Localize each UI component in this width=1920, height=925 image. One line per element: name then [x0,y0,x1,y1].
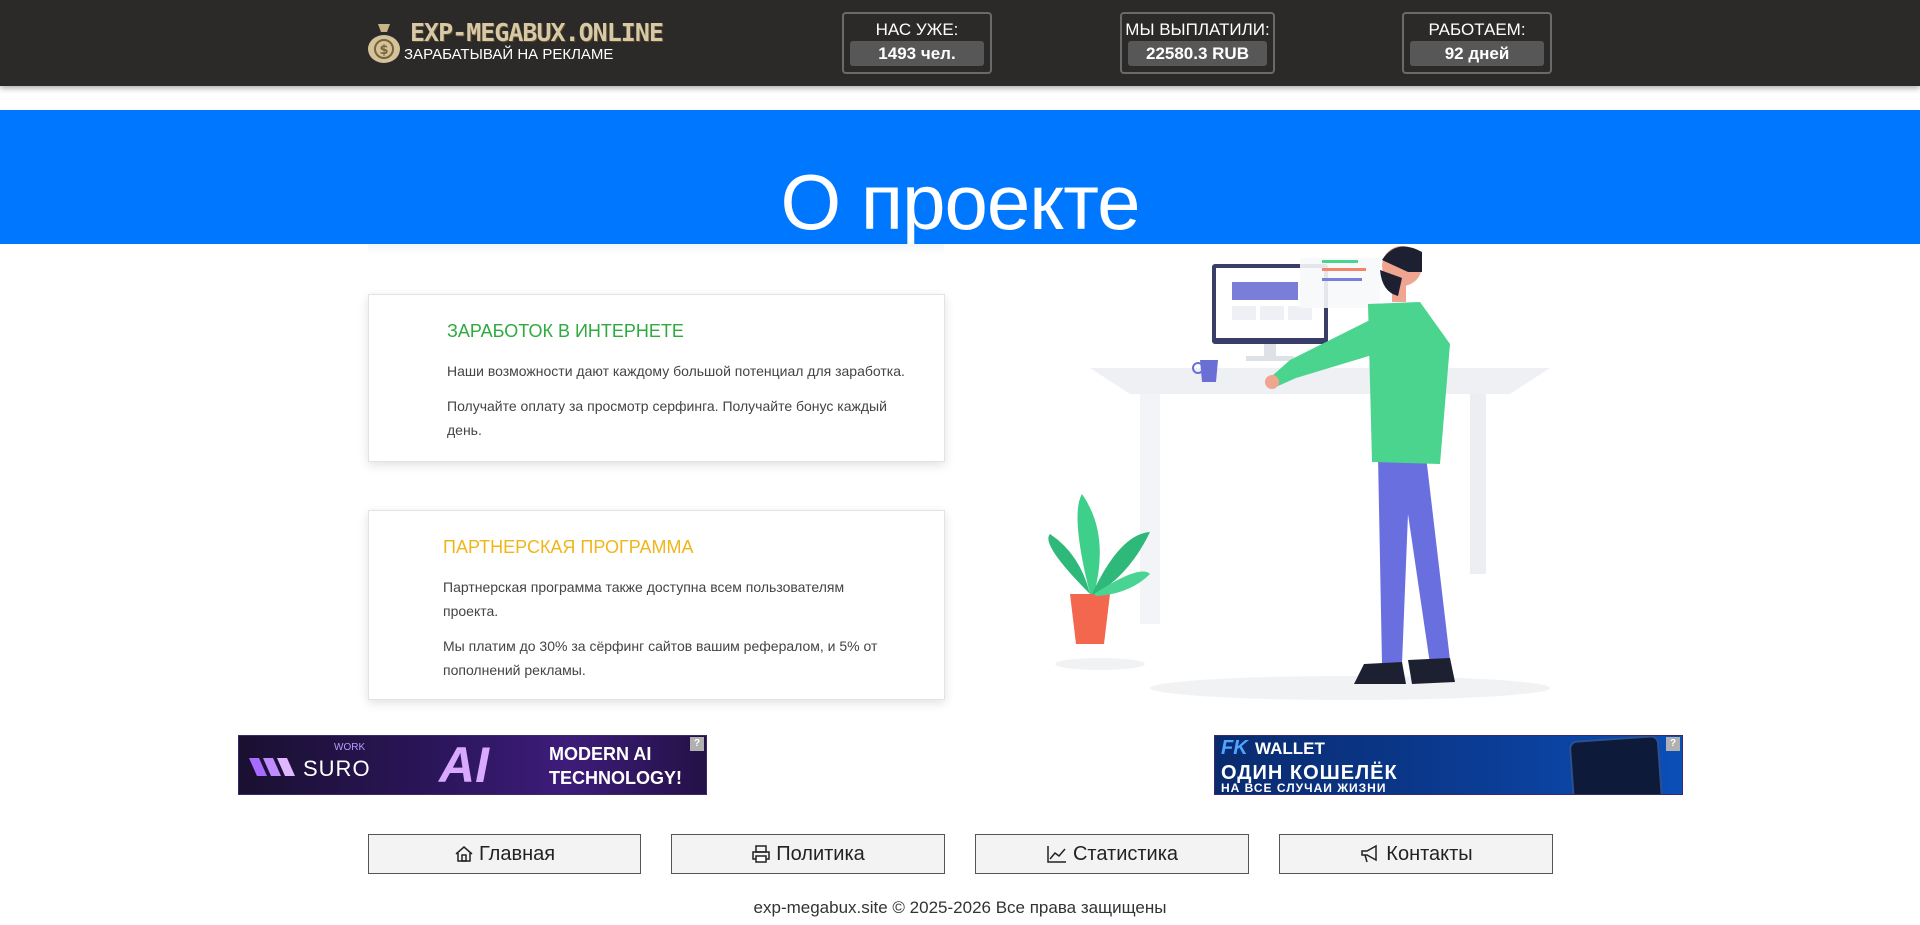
feature-card-earnings: ЗАРАБОТОК В ИНТЕРНЕТЕ Наши возможности д… [368,294,945,462]
banner-brand: SURO [303,756,371,781]
stat-paid: МЫ ВЫПЛАТИЛИ: 22580.3 RUB [1120,12,1275,74]
banner-ai: AI [439,737,489,793]
stat-days-label: РАБОТАЕМ: [1428,20,1526,39]
money-bag-icon: $ [368,24,400,63]
stat-paid-label: МЫ ВЫПЛАТИЛИ: [1125,20,1270,39]
logo-title: EXP-MEGABUX.ONLINE [410,18,664,47]
ad-banner-fkwallet[interactable]: FK WALLET ОДИН КОШЕЛЁК НА ВСЕ СЛУЧАИ ЖИЗ… [1214,735,1683,795]
stat-users-value: 1493 чел. [850,41,984,66]
ad-info-icon[interactable]: ? [1666,737,1680,751]
logo-subtitle: ЗАРАБАТЫВАЙ НА РЕКЛАМЕ [404,46,614,63]
banner-line1: MODERN AI [549,744,652,764]
card-text: Получайте оплату за просмотр серфинга. П… [447,398,887,438]
feature-card-partner: ПАРТНЕРСКАЯ ПРОГРАММА Партнерская програ… [368,510,945,700]
nav-home-label: Главная [478,842,556,865]
card-text: Мы платим до 30% за сёрфинг сайтов вашим… [443,638,878,678]
card-title: ПАРТНЕРСКАЯ ПРОГРАММА [443,537,694,557]
card-text: Наши возможности дают каждому большой по… [447,363,905,379]
banner-line2: TECHNOLOGY! [549,768,682,788]
nav-policy-label: Политика [776,842,865,865]
footer-copyright: exp-megabux.site © 2025-2026 Все права з… [753,898,1167,917]
banner-brand: WALLET [1255,739,1325,758]
stat-users-label: НАС УЖЕ: [875,20,959,39]
page-title: О проекте [780,158,1141,246]
megaphone-icon [1361,844,1378,863]
svg-text:$: $ [379,43,388,58]
stat-users: НАС УЖЕ: 1493 чел. [842,12,992,74]
site-logo[interactable]: $ EXP-MEGABUX.ONLINE ЗАРАБАТЫВАЙ НА РЕКЛ… [366,18,664,68]
nav-policy-button[interactable]: Политика [671,834,945,874]
ad-info-icon[interactable]: ? [690,737,704,751]
top-header: $ EXP-MEGABUX.ONLINE ЗАРАБАТЫВАЙ НА РЕКЛ… [0,0,1920,86]
card-title: ЗАРАБОТОК В ИНТЕРНЕТЕ [447,321,684,341]
man-at-desk-illustration [1048,246,1550,700]
stat-paid-value: 22580.3 RUB [1128,41,1267,66]
card-text: Партнерская программа также доступна все… [443,579,845,619]
suro-logo-icon [249,758,295,776]
printer-icon [752,845,770,863]
home-icon [455,846,473,862]
ad-banner-suro[interactable]: WORK SURO AI MODERN AI TECHNOLOGY! ? [238,735,707,795]
banner-fk-logo: FK [1221,737,1248,759]
nav-contacts-button[interactable]: Контакты [1279,834,1553,874]
nav-stats-label: Статистика [1072,842,1179,865]
nav-stats-button[interactable]: Статистика [975,834,1249,874]
nav-contacts-label: Контакты [1386,842,1473,865]
divider [368,244,944,254]
stat-days: РАБОТАЕМ: 92 дней [1402,12,1552,74]
stat-days-value: 92 дней [1410,41,1544,66]
phone-mockup-icon [1568,736,1664,794]
banner-brand-small: WORK [334,742,366,753]
nav-home-button[interactable]: Главная [368,834,641,874]
chart-line-icon [1047,846,1066,863]
banner-line2: НА ВСЕ СЛУЧАИ ЖИЗНИ [1221,781,1387,795]
